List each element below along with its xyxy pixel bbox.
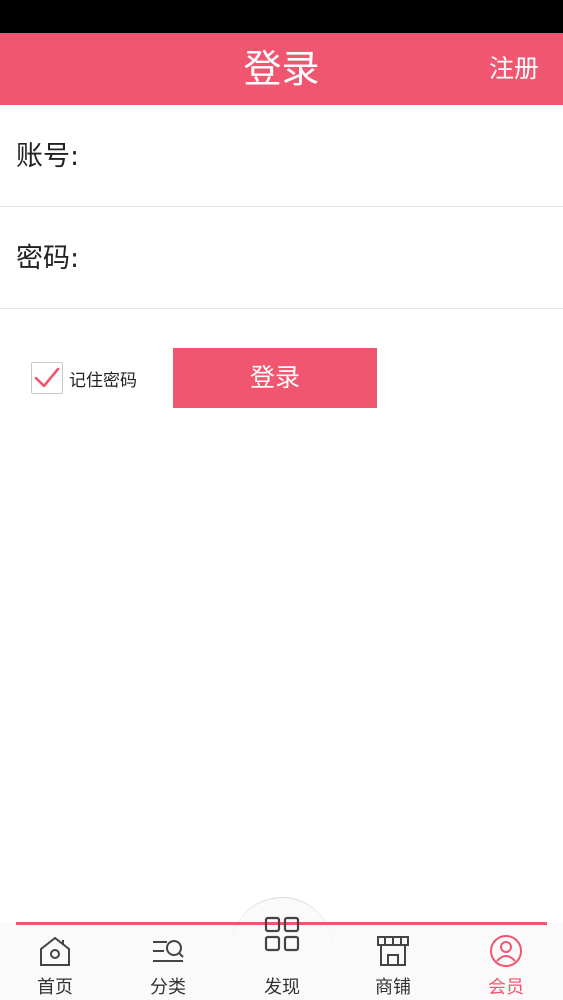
account-input[interactable] <box>90 126 540 186</box>
tab-home-label: 首页 <box>37 977 73 998</box>
tab-member-label: 会员 <box>488 977 524 998</box>
tab-member[interactable]: 会员 <box>461 925 551 1000</box>
tab-discover[interactable]: 发现 <box>237 905 327 998</box>
remember-password-checkbox[interactable] <box>31 362 63 394</box>
tab-discover-label: 发现 <box>264 977 300 998</box>
tab-category[interactable]: 分类 <box>123 925 213 1000</box>
home-icon <box>40 936 70 966</box>
status-bar <box>0 0 563 33</box>
tab-store[interactable]: 商铺 <box>348 925 438 1000</box>
tab-category-label: 分类 <box>150 977 186 998</box>
tab-home[interactable]: 首页 <box>10 925 100 1000</box>
grid-icon <box>264 916 300 952</box>
password-row: 密码: <box>0 208 563 309</box>
member-icon <box>490 935 522 967</box>
account-label: 账号: <box>16 141 80 172</box>
store-icon <box>377 936 409 966</box>
category-icon <box>153 940 184 962</box>
remember-password-control[interactable]: 记住密码 <box>31 362 137 394</box>
account-row: 账号: <box>0 106 563 207</box>
password-label: 密码: <box>16 243 80 274</box>
header-bar: 登录 注册 <box>0 33 563 105</box>
page-title: 登录 <box>243 47 320 91</box>
tab-store-label: 商铺 <box>375 977 411 998</box>
checkmark-icon <box>34 367 60 388</box>
password-input[interactable] <box>90 228 540 288</box>
register-link[interactable]: 注册 <box>489 33 539 105</box>
login-button[interactable]: 登录 <box>173 348 377 408</box>
remember-password-label: 记住密码 <box>69 370 137 391</box>
